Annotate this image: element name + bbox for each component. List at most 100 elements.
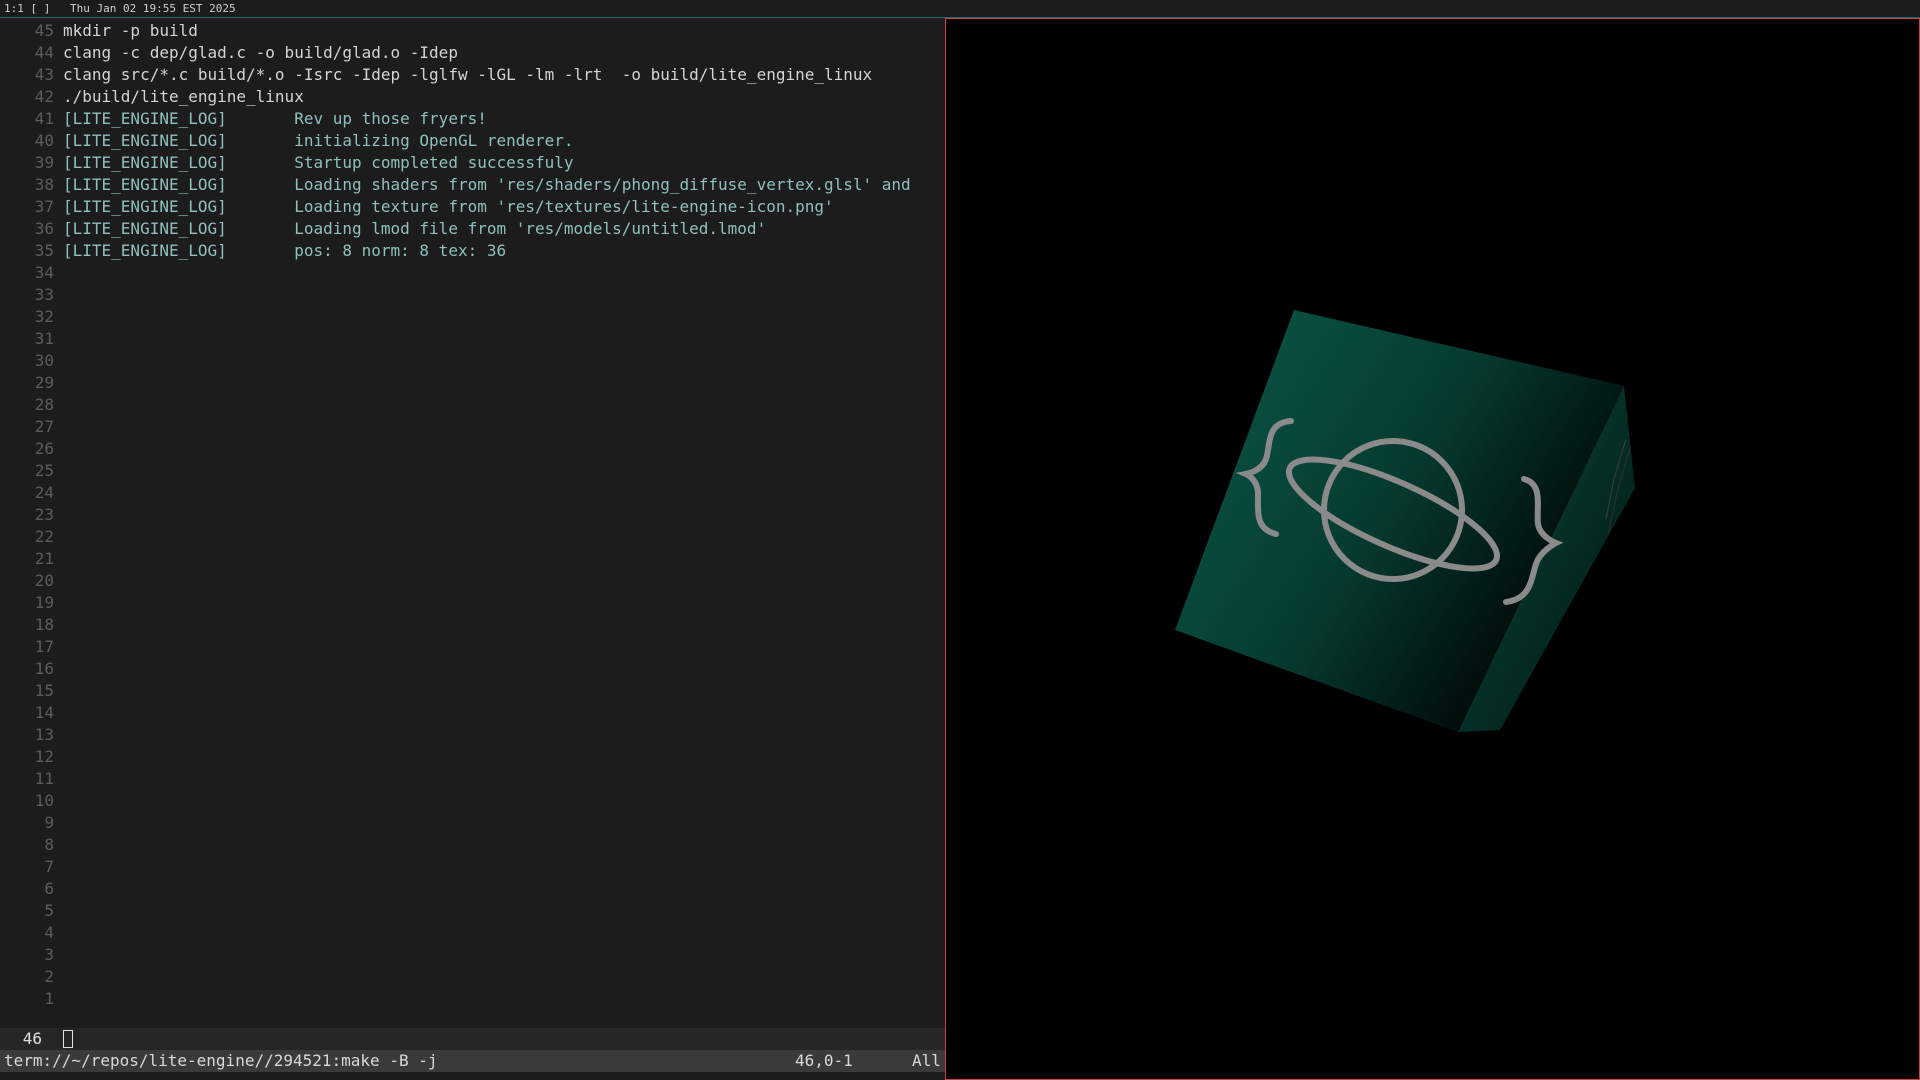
terminal-line: 34 [0,262,946,284]
command-text: ./build/lite_engine_linux [63,87,304,106]
line-number: 43 [34,65,54,84]
terminal-line: 37 [LITE_ENGINE_LOG] Loading texture from… [0,196,946,218]
log-output-text: [LITE_ENGINE_LOG] Rev up those fryers! [63,109,487,128]
terminal-line: 9 [0,812,946,834]
line-number: 2 [44,967,54,986]
line-number: 27 [34,417,54,436]
terminal-line: 8 [0,834,946,856]
line-number: 41 [34,109,54,128]
log-output-text: [LITE_ENGINE_LOG] Loading lmod file from… [63,219,767,238]
workspace-indicator[interactable]: 1:1 [ ] [4,0,50,17]
terminal-line: 13 [0,724,946,746]
line-number: 22 [34,527,54,546]
terminal-line: 33 [0,284,946,306]
terminal-line: 41 [LITE_ENGINE_LOG] Rev up those fryers! [0,108,946,130]
line-number: 34 [34,263,54,282]
statusline-cursor-position: 46,0-1 [795,1051,853,1070]
line-number: 42 [34,87,54,106]
line-number: 39 [34,153,54,172]
terminal-line: 35 [LITE_ENGINE_LOG] pos: 8 norm: 8 tex: … [0,240,946,262]
terminal-line: 3 [0,944,946,966]
terminal-line: 21 [0,548,946,570]
line-number: 38 [34,175,54,194]
line-number: 14 [34,703,54,722]
terminal-line: 18 [0,614,946,636]
line-number: 18 [34,615,54,634]
command-text: clang -c dep/glad.c -o build/glad.o -Ide… [63,43,458,62]
command-text: mkdir -p build [63,21,198,40]
line-number: 25 [34,461,54,480]
current-line[interactable]: 46 [0,1028,946,1050]
terminal-line: 10 [0,790,946,812]
terminal-line: 14 [0,702,946,724]
line-number: 30 [34,351,54,370]
line-number: 16 [34,659,54,678]
log-output-text: [LITE_ENGINE_LOG] Loading shaders from '… [63,175,911,194]
clock: Thu Jan 02 19:55 EST 2025 [70,2,236,15]
statusline-buffer-name: term://~/repos/lite-engine//294521:make … [4,1051,438,1070]
terminal-line: 31 [0,328,946,350]
line-number: 5 [44,901,54,920]
top-status-bar: 1:1 [ ] Thu Jan 02 19:55 EST 2025 [0,0,1920,18]
statusline-scroll-percent: All [912,1051,941,1070]
line-number: 3 [44,945,54,964]
log-output-text: [LITE_ENGINE_LOG] Loading texture from '… [63,197,834,216]
terminal-line: 4 [0,922,946,944]
line-number: 29 [34,373,54,392]
line-number: 21 [34,549,54,568]
terminal-line: 36 [LITE_ENGINE_LOG] Loading lmod file fr… [0,218,946,240]
rendered-cube [1175,310,1635,732]
terminal-line: 38 [LITE_ENGINE_LOG] Loading shaders from… [0,174,946,196]
terminal-line: 23 [0,504,946,526]
line-number: 24 [34,483,54,502]
terminal-line: 44 clang -c dep/glad.c -o build/glad.o -I… [0,42,946,64]
line-number: 19 [34,593,54,612]
terminal-line: 7 [0,856,946,878]
line-number: 17 [34,637,54,656]
line-number: 11 [34,769,54,788]
line-number: 13 [34,725,54,744]
terminal-line: 17 [0,636,946,658]
line-number: 28 [34,395,54,414]
vim-statusline: term://~/repos/lite-engine//294521:make … [0,1050,946,1072]
terminal-line: 45 mkdir -p build [0,20,946,42]
line-number: 7 [44,857,54,876]
terminal-buffer: 45 mkdir -p build 44 clang -c dep/glad.c -o… [0,20,946,1010]
line-number: 45 [34,21,54,40]
terminal-line: 24 [0,482,946,504]
terminal-line: 16 [0,658,946,680]
terminal-line: 6 [0,878,946,900]
terminal-line: 1 [0,988,946,1010]
terminal-pane[interactable]: 45 mkdir -p build 44 clang -c dep/glad.c -o… [0,18,946,1080]
terminal-line: 30 [0,350,946,372]
terminal-line: 25 [0,460,946,482]
terminal-line: 12 [0,746,946,768]
terminal-line: 29 [0,372,946,394]
terminal-line: 19 [0,592,946,614]
line-number: 32 [34,307,54,326]
line-number: 8 [44,835,54,854]
line-number: 36 [34,219,54,238]
opengl-render-window[interactable] [945,18,1920,1080]
line-number: 12 [34,747,54,766]
terminal-line: 32 [0,306,946,328]
line-number: 23 [34,505,54,524]
terminal-line: 15 [0,680,946,702]
line-number: 31 [34,329,54,348]
terminal-line: 26 [0,438,946,460]
cube-front-face [1175,310,1624,732]
terminal-line: 11 [0,768,946,790]
line-number: 37 [34,197,54,216]
log-output-text: [LITE_ENGINE_LOG] pos: 8 norm: 8 tex: 36 [63,241,507,260]
line-number: 44 [34,43,54,62]
current-line-number: 46 [22,1029,42,1048]
line-number: 26 [34,439,54,458]
line-number: 1 [44,989,54,1008]
line-number: 15 [34,681,54,700]
log-output-text: [LITE_ENGINE_LOG] Startup completed succ… [63,153,574,172]
terminal-line: 42 ./build/lite_engine_linux [0,86,946,108]
log-output-text: [LITE_ENGINE_LOG] initializing OpenGL re… [63,131,574,150]
line-number: 33 [34,285,54,304]
terminal-line: 20 [0,570,946,592]
text-cursor [63,1030,73,1048]
